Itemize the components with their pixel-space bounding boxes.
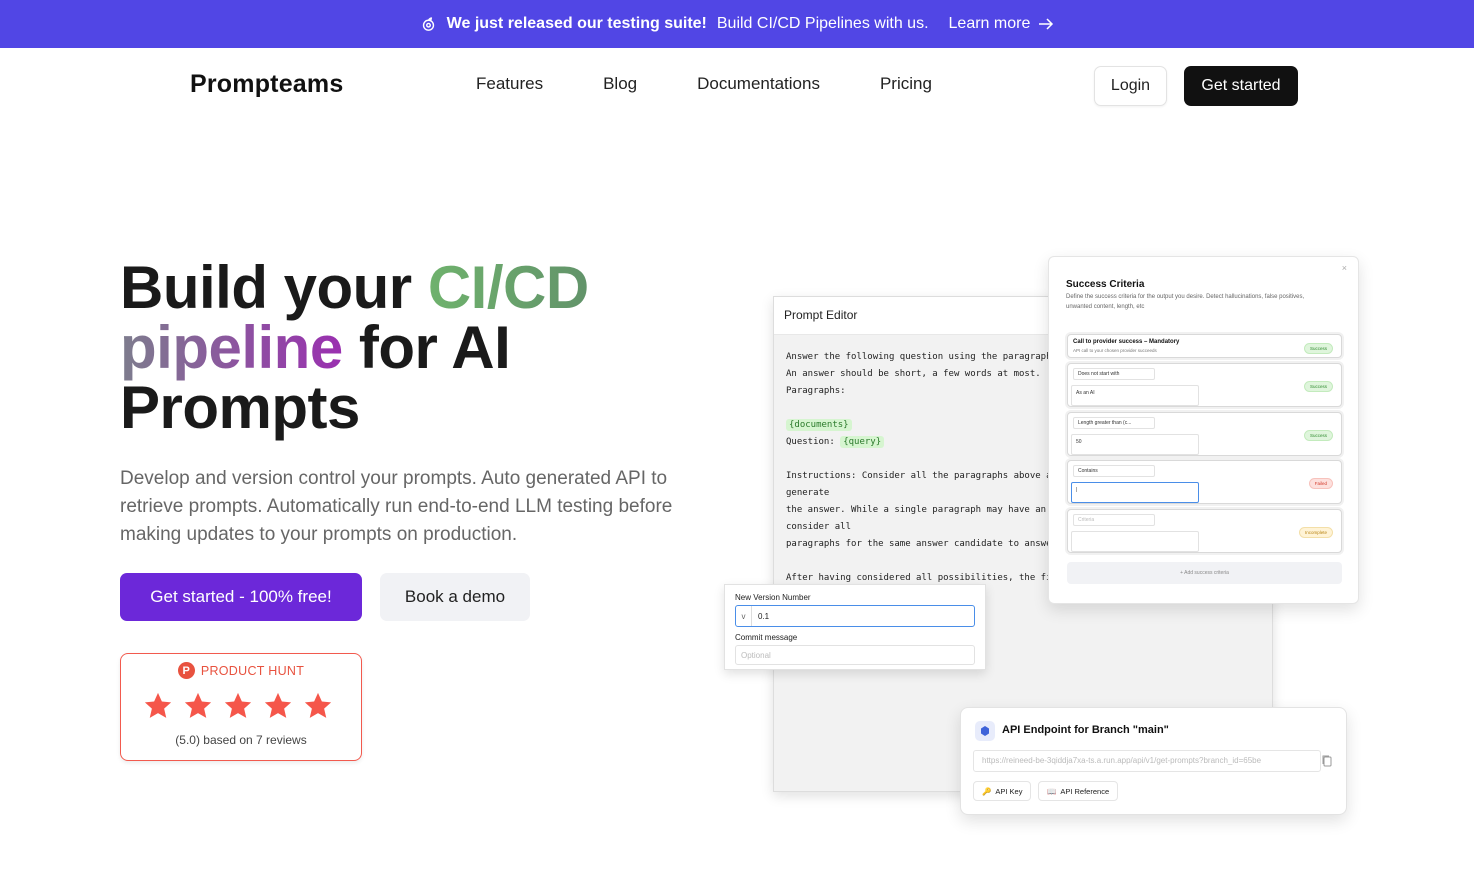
criteria-row[interactable]: Contains | Failed [1067,460,1342,504]
arrow-right-icon [1039,18,1054,30]
criteria-value-input[interactable] [1071,531,1199,552]
hero-title-part2: for AI [342,314,511,381]
criteria-row[interactable]: Call to provider success – Mandatory API… [1067,334,1342,358]
star-icon [264,692,292,718]
nav-link-pricing[interactable]: Pricing [880,74,932,94]
status-badge: Success [1303,343,1333,354]
logo[interactable]: Prompteams [190,70,343,99]
hero-title-cicd: CI/CD [427,254,589,321]
status-badge: Success [1303,430,1333,441]
status-badge: Success [1303,381,1333,392]
criteria-row[interactable]: Length greater than (c... 50 Success [1067,412,1342,456]
hero-subtitle: Develop and version control your prompts… [120,468,673,545]
api-key-button[interactable]: 🔑 API Key [973,781,1032,801]
star-icon [184,692,212,718]
banner-bold-text: We just released our testing suite! [446,15,707,32]
code-line: generate [786,488,830,498]
learn-more-label: Learn more [948,15,1031,32]
status-badge: Incomplete [1298,527,1333,538]
success-criteria-description: Define the success criteria for the outp… [1066,294,1305,310]
code-line: Answer the following question using the … [786,352,1057,362]
hero-title-part1: Build your [120,254,428,321]
announcement-banner: We just released our testing suite! Buil… [0,0,1474,48]
book-demo-button[interactable]: Book a demo [380,573,530,621]
add-criteria-button[interactable]: + Add success criteria [1067,562,1342,584]
hero-title-part3: Prompts [120,374,360,441]
version-number-input[interactable]: v 0.1 [735,605,975,627]
criteria-select[interactable]: Length greater than (c... [1073,417,1155,429]
api-reference-button[interactable]: 📖 API Reference [1038,781,1119,801]
product-hunt-header: P PRODUCT HUNT [121,662,361,679]
criteria-select[interactable]: Criteria [1073,514,1155,526]
star-icon [304,692,332,718]
criteria-subtitle: API call to your chosen provider succeed… [1073,348,1157,353]
nav-links: Features Blog Documentations Pricing [476,74,932,94]
success-criteria-panel: × Success Criteria Define the success cr… [1048,256,1359,604]
criteria-value-input[interactable]: | [1071,482,1199,503]
top-nav: Prompteams Features Blog Documentations … [0,48,1474,122]
get-started-free-button[interactable]: Get started - 100% free! [120,573,362,621]
question-label: Question: [786,437,841,447]
criteria-select[interactable]: Contains [1073,465,1155,477]
get-started-button[interactable]: Get started [1184,66,1298,106]
nav-link-documentations[interactable]: Documentations [697,74,820,94]
product-hunt-label: PRODUCT HUNT [200,663,305,678]
code-line: An answer should be short, a few words a… [786,369,1041,379]
version-prefix: v [736,606,752,626]
criteria-row[interactable]: Criteria Incomplete [1067,509,1342,553]
key-icon: 🔑 [982,786,992,796]
login-button[interactable]: Login [1094,66,1167,106]
code-line: the answer. While a single paragraph may… [786,505,1047,515]
criteria-value-input[interactable]: As an AI [1071,385,1199,406]
hero-title: Build your CI/CD pipeline for AI Prompts [120,258,720,438]
code-line: consider all [786,522,852,532]
criteria-row[interactable]: Does not start with As an AI Success [1067,363,1342,407]
rating-stars [143,691,333,721]
api-icon [975,721,995,741]
version-number-value: 0.1 [758,611,770,621]
code-line: Paragraphs: [786,386,846,396]
star-icon [144,692,172,718]
banner-text: Build CI/CD Pipelines with us. [716,15,929,32]
criteria-title: Call to provider success – Mandatory [1073,339,1180,345]
api-reference-label: API Reference [1060,786,1110,796]
criteria-select[interactable]: Does not start with [1073,368,1155,380]
code-line: After having considered all possibilitie… [786,573,1068,583]
hero-title-pipeline: pipeline [120,314,343,381]
product-hunt-badge[interactable]: P PRODUCT HUNT (5.0) based on 7 reviews [120,653,362,761]
documents-variable-tag: {documents} [786,419,852,431]
status-badge: Failed [1308,478,1333,489]
product-hunt-icon: P [177,662,195,679]
close-icon[interactable]: × [1342,263,1347,273]
version-number-label: New Version Number [735,593,811,602]
version-panel: New Version Number v 0.1 Commit message … [724,584,986,670]
learn-more-link[interactable]: Learn more [949,15,1055,33]
api-url-field[interactable]: https://reineed-be-3qiddja7xa-ts.a.run.a… [973,750,1321,772]
commit-message-label: Commit message [735,633,798,642]
api-key-label: API Key [995,786,1023,796]
rocket-icon [420,16,437,33]
commit-message-input[interactable]: Optional [735,645,975,665]
copy-icon[interactable] [1321,754,1333,767]
book-icon: 📖 [1047,786,1057,796]
star-icon [224,692,252,718]
code-line: paragraphs for the same answer candidate… [786,539,1057,549]
criteria-value-input[interactable]: 50 [1071,434,1199,455]
query-variable-tag: {query} [840,436,885,448]
product-hunt-reviews: (5.0) based on 7 reviews [175,733,307,747]
api-endpoint-title: API Endpoint for Branch "main" [1002,724,1169,736]
code-line: Instructions: Consider all the paragraph… [786,471,1063,481]
nav-link-blog[interactable]: Blog [603,74,637,94]
nav-link-features[interactable]: Features [476,74,543,94]
success-criteria-title: Success Criteria [1066,279,1145,290]
api-endpoint-panel: API Endpoint for Branch "main" https://r… [960,707,1347,815]
